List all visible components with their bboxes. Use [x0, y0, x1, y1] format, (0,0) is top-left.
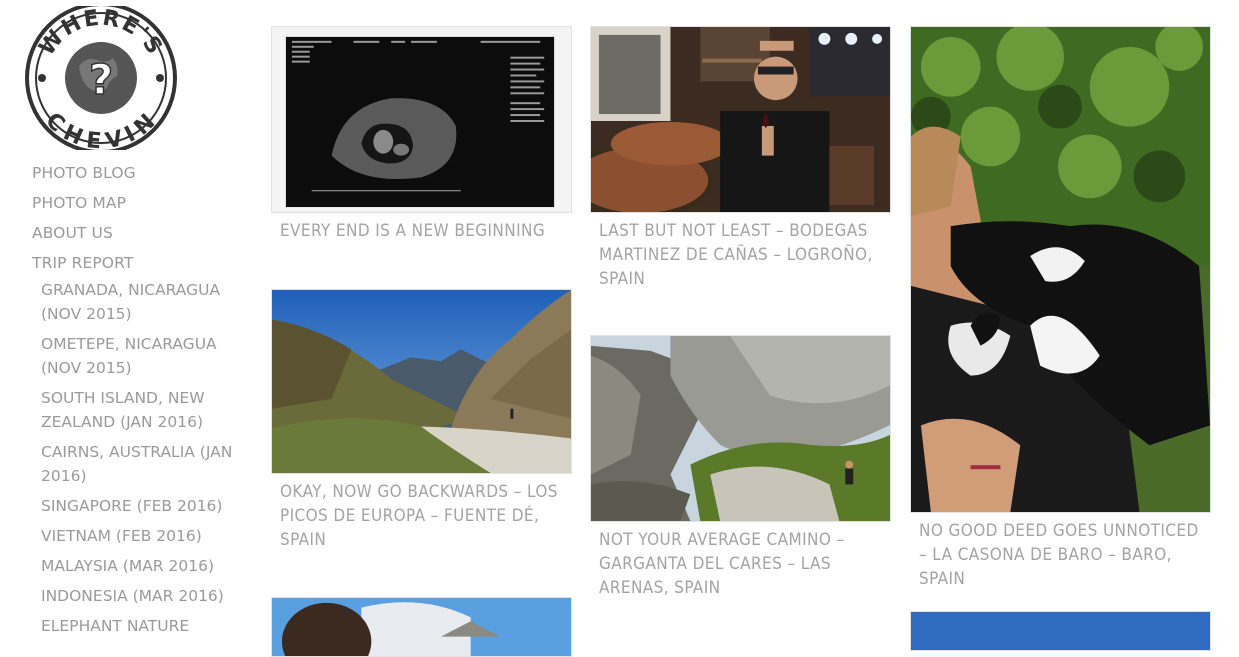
- logo-mark: ?: [89, 55, 113, 104]
- site-logo[interactable]: ? WHERE'S CHEVIN: [24, 2, 178, 155]
- trip-report-vietnam[interactable]: VIETNAM (FEB 2016): [41, 524, 241, 548]
- post-card: [910, 611, 1211, 651]
- nav-photo-map[interactable]: PHOTO MAP: [32, 194, 126, 212]
- post-title[interactable]: NO GOOD DEED GOES UNNOTICED – LA CASONA …: [910, 519, 1211, 591]
- nav-about-us[interactable]: ABOUT US: [32, 224, 113, 242]
- post-title[interactable]: EVERY END IS A NEW BEGINNING: [271, 219, 572, 243]
- trip-report-granada[interactable]: GRANADA, NICARAGUA (NOV 2015): [41, 278, 241, 326]
- nav-trip-report[interactable]: TRIP REPORT: [32, 254, 133, 272]
- post-title[interactable]: NOT YOUR AVERAGE CAMINO – GARGANTA DEL C…: [590, 528, 891, 600]
- post-thumbnail[interactable]: [271, 597, 572, 657]
- post-thumbnail[interactable]: [271, 26, 572, 213]
- trip-report-elephant-nature[interactable]: ELEPHANT NATURE: [41, 614, 241, 638]
- post-thumbnail[interactable]: [590, 26, 891, 213]
- post-title[interactable]: OKAY, NOW GO BACKWARDS – LOS PICOS DE EU…: [271, 480, 572, 552]
- trip-report-ometepe[interactable]: OMETEPE, NICARAGUA (NOV 2015): [41, 332, 241, 380]
- post-thumbnail[interactable]: [271, 289, 572, 474]
- trip-report-malaysia[interactable]: MALAYSIA (MAR 2016): [41, 554, 241, 578]
- post-thumbnail[interactable]: [910, 611, 1211, 651]
- post-card: NOT YOUR AVERAGE CAMINO – GARGANTA DEL C…: [590, 335, 891, 600]
- post-thumbnail[interactable]: [590, 335, 891, 522]
- post-card: EVERY END IS A NEW BEGINNING: [271, 26, 572, 243]
- post-card: OKAY, NOW GO BACKWARDS – LOS PICOS DE EU…: [271, 289, 572, 552]
- post-card: LAST BUT NOT LEAST – BODEGAS MARTINEZ DE…: [590, 26, 891, 291]
- trip-report-cairns[interactable]: CAIRNS, AUSTRALIA (JAN 2016): [41, 440, 241, 488]
- post-thumbnail[interactable]: [910, 26, 1211, 513]
- post-title[interactable]: LAST BUT NOT LEAST – BODEGAS MARTINEZ DE…: [590, 219, 891, 291]
- post-card: [271, 597, 572, 657]
- trip-report-indonesia[interactable]: INDONESIA (MAR 2016): [41, 584, 241, 608]
- trip-report-south-island[interactable]: SOUTH ISLAND, NEW ZEALAND (JAN 2016): [41, 386, 241, 434]
- trip-report-singapore[interactable]: SINGAPORE (FEB 2016): [41, 494, 241, 518]
- nav-photo-blog[interactable]: PHOTO BLOG: [32, 164, 136, 182]
- post-card: NO GOOD DEED GOES UNNOTICED – LA CASONA …: [910, 26, 1211, 591]
